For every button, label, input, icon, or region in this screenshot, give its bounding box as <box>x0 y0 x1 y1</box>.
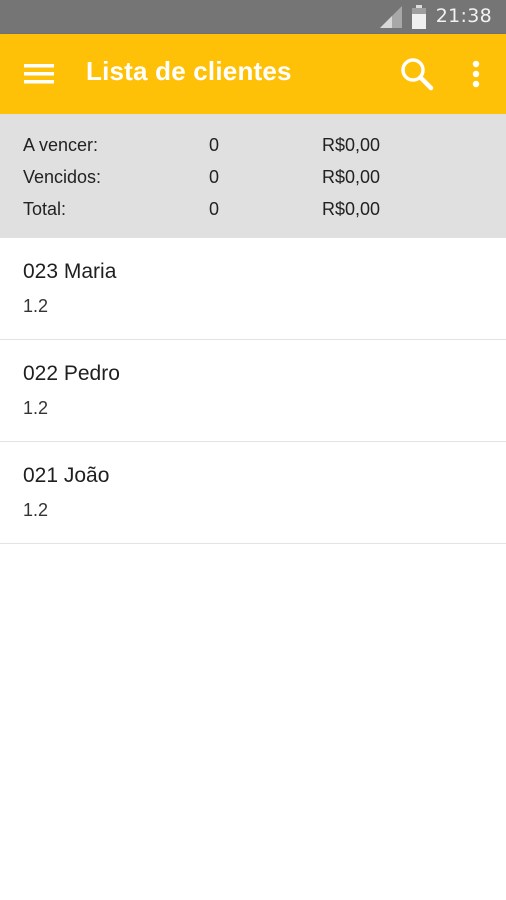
client-name: 022 Pedro <box>23 362 120 385</box>
client-list-item[interactable]: 022 Pedro 1.2 <box>0 340 506 442</box>
summary-label: A vencer: <box>23 135 99 155</box>
client-subtitle: 1.2 <box>23 398 49 418</box>
summary-count: 0 <box>209 135 220 155</box>
status-bar: 21:38 <box>0 0 506 34</box>
menu-icon[interactable] <box>24 62 56 86</box>
summary-row-total: Total: 0 R$0,00 <box>0 195 506 225</box>
summary-amount: R$0,00 <box>322 167 381 187</box>
page-title: Lista de clientes <box>86 56 292 86</box>
client-name: 023 Maria <box>23 260 117 283</box>
search-icon[interactable] <box>399 56 435 92</box>
app-bar: Lista de clientes <box>0 34 506 114</box>
battery-icon <box>412 5 426 29</box>
summary-count: 0 <box>209 167 220 187</box>
summary-amount: R$0,00 <box>322 135 381 155</box>
status-time: 21:38 <box>435 5 492 27</box>
client-subtitle: 1.2 <box>23 296 49 316</box>
summary-panel: A vencer: 0 R$0,00 Vencidos: 0 R$0,00 To… <box>0 114 506 238</box>
client-list: 023 Maria 1.2 022 Pedro 1.2 021 João 1.2 <box>0 238 506 544</box>
summary-label: Total: <box>23 199 67 219</box>
client-subtitle: 1.2 <box>23 500 49 520</box>
client-name: 021 João <box>23 464 110 487</box>
summary-row-vencidos: Vencidos: 0 R$0,00 <box>0 163 506 193</box>
client-list-item[interactable]: 023 Maria 1.2 <box>0 238 506 340</box>
summary-count: 0 <box>209 199 220 219</box>
more-vert-icon[interactable] <box>464 56 488 92</box>
signal-icon <box>380 6 402 28</box>
summary-amount: R$0,00 <box>322 199 381 219</box>
summary-row-a-vencer: A vencer: 0 R$0,00 <box>0 131 506 161</box>
summary-label: Vencidos: <box>23 167 102 187</box>
client-list-item[interactable]: 021 João 1.2 <box>0 442 506 544</box>
